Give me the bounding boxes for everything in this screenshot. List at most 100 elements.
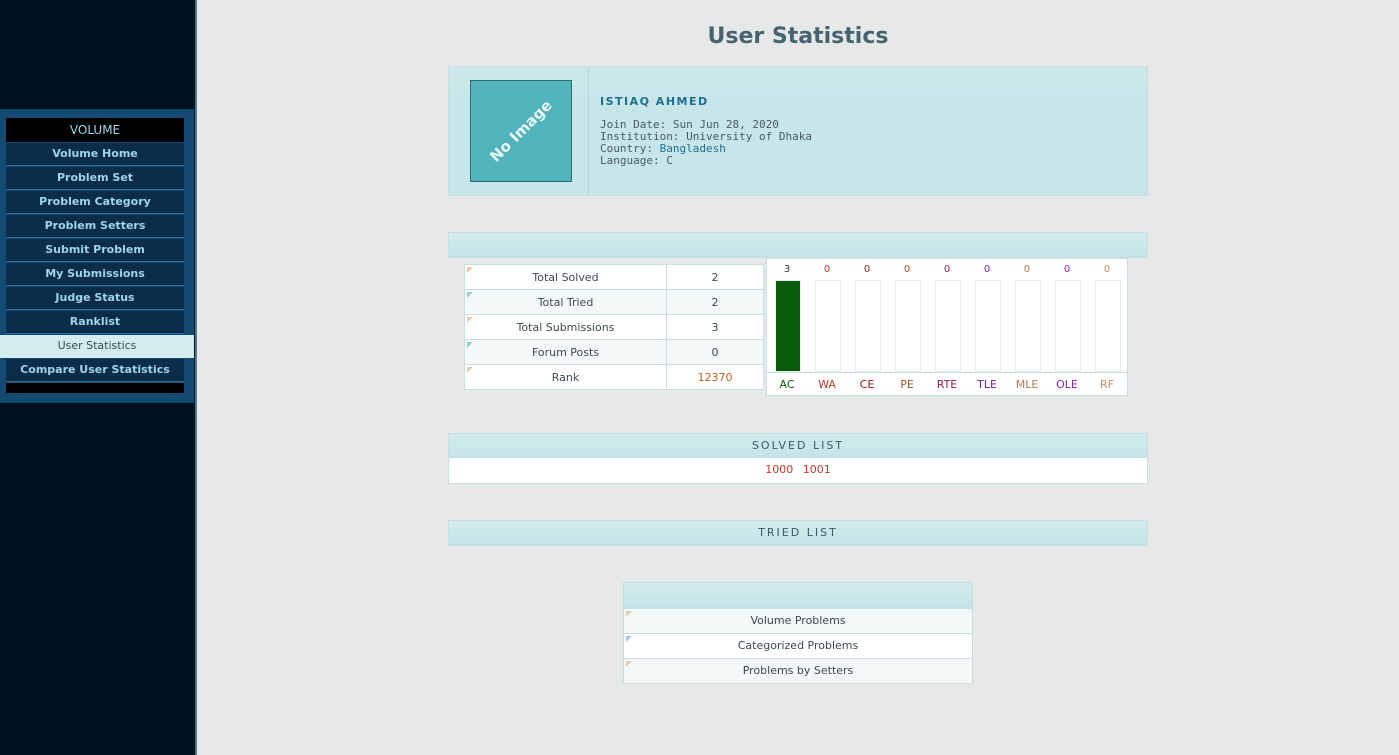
- link-problems-by-setters[interactable]: Problems by Setters: [624, 659, 972, 683]
- bar-group-tle: 0 TLE: [967, 259, 1007, 395]
- stat-label: Rank: [464, 364, 667, 390]
- tried-list-header: TRIED LIST: [448, 520, 1148, 546]
- stat-value: 0: [666, 339, 764, 365]
- bar-label-pe: PE: [900, 378, 914, 391]
- bar-group-rte: 0 RTE: [927, 259, 967, 395]
- bar-label-rte: RTE: [936, 378, 958, 391]
- bar-group-pe: 0 PE: [887, 259, 927, 395]
- bar-count-tle: 0: [983, 264, 991, 275]
- bar-track-tle: [975, 280, 1001, 372]
- language-value: C: [666, 154, 673, 167]
- stat-label-text: Total Tried: [537, 295, 594, 309]
- bar-label-ce: CE: [859, 378, 875, 391]
- profile-photo-cell: No Image: [449, 67, 589, 195]
- bar-label-tle: TLE: [977, 378, 997, 391]
- bar-track-pe: [895, 280, 921, 372]
- solved-problem-link[interactable]: 1001: [803, 463, 831, 476]
- bar-group-ole: 0 OLE: [1047, 259, 1087, 395]
- bar-track-mle: [1015, 280, 1041, 372]
- stats-row-forum-posts: Forum Posts 0: [464, 339, 764, 365]
- link-categorized-problems[interactable]: Categorized Problems: [624, 634, 972, 659]
- solved-list-body: 1000 1001: [448, 458, 1148, 484]
- bar-label-ole: OLE: [1056, 378, 1078, 391]
- bar-track-ac: [775, 280, 801, 372]
- stat-value: 3: [666, 314, 764, 340]
- bar-count-ce: 0: [863, 264, 871, 275]
- bar-group-ac: 3 AC: [767, 259, 807, 395]
- stat-label-text: Total Solved: [532, 270, 599, 284]
- bar-group-rf: 0 RF: [1087, 259, 1127, 395]
- bar-group-mle: 0 MLE: [1007, 259, 1047, 395]
- corner-marker: [626, 636, 632, 642]
- language-row: Language: C: [600, 155, 812, 167]
- corner-marker: [626, 611, 632, 617]
- stats-row-total-submissions: Total Submissions 3: [464, 314, 764, 340]
- corner-marker: [467, 267, 473, 273]
- bar-label-ac: AC: [779, 378, 795, 391]
- bar-track-ce: [855, 280, 881, 372]
- stat-label: Forum Posts: [464, 339, 667, 365]
- stat-label: Total Solved: [464, 264, 667, 290]
- stats-header-bar: [448, 232, 1148, 258]
- bar-count-rte: 0: [943, 264, 951, 275]
- avatar: No Image: [470, 80, 572, 182]
- corner-marker: [467, 342, 473, 348]
- stat-value: 2: [666, 264, 764, 290]
- corner-marker: [467, 367, 473, 373]
- volume-nav-panel: VOLUME Volume Home Problem Set Problem C…: [0, 109, 194, 403]
- stats-row-total-solved: Total Solved 2: [464, 264, 764, 290]
- solved-problem-link[interactable]: 1000: [765, 463, 793, 476]
- bar-count-pe: 0: [903, 264, 911, 275]
- nav-footer: [6, 383, 184, 393]
- sidebar-item-compare-user-statistics[interactable]: Compare User Statistics: [6, 359, 184, 382]
- bar-label-rf: RF: [1100, 378, 1114, 391]
- user-name: ISTIAQ AHMED: [600, 95, 709, 108]
- bar-track-rf: [1095, 280, 1121, 372]
- bar-ac: [776, 281, 800, 371]
- bar-count-rf: 0: [1103, 264, 1111, 275]
- corner-marker: [467, 292, 473, 298]
- bar-count-ole: 0: [1063, 264, 1071, 275]
- sidebar-item-ranklist[interactable]: Ranklist: [6, 311, 184, 334]
- user-info: Join Date: Sun Jun 28, 2020 Institution:…: [600, 119, 812, 167]
- sidebar-item-my-submissions[interactable]: My Submissions: [6, 263, 184, 286]
- links-panel-header: [624, 583, 972, 609]
- sidebar-item-volume-home[interactable]: Volume Home: [6, 143, 184, 166]
- sidebar-item-problem-setters[interactable]: Problem Setters: [6, 215, 184, 238]
- bar-track-wa: [815, 280, 841, 372]
- stat-value: 2: [666, 289, 764, 315]
- nav-title: VOLUME: [6, 118, 184, 142]
- sidebar-item-problem-category[interactable]: Problem Category: [6, 191, 184, 214]
- stats-row-rank: Rank 12370: [464, 364, 764, 390]
- link-label: Volume Problems: [750, 614, 846, 627]
- bar-count-mle: 0: [1023, 264, 1031, 275]
- bar-group-ce: 0 CE: [847, 259, 887, 395]
- stat-label-text: Total Submissions: [516, 320, 615, 334]
- stat-label-text: Rank: [551, 370, 580, 384]
- stat-label: Total Tried: [464, 289, 667, 315]
- avatar-placeholder-text: No Image: [486, 96, 556, 166]
- sidebar-item-judge-status[interactable]: Judge Status: [6, 287, 184, 310]
- sidebar-item-user-statistics[interactable]: User Statistics: [0, 335, 194, 358]
- corner-marker: [467, 317, 473, 323]
- bar-label-mle: MLE: [1015, 378, 1039, 391]
- link-label: Problems by Setters: [742, 664, 854, 677]
- stat-value-rank: 12370: [666, 364, 764, 390]
- link-volume-problems[interactable]: Volume Problems: [624, 609, 972, 634]
- bar-label-wa: WA: [818, 378, 836, 391]
- sidebar: VOLUME Volume Home Problem Set Problem C…: [0, 0, 197, 755]
- bar-count-wa: 0: [823, 264, 831, 275]
- stat-label-text: Forum Posts: [531, 345, 600, 359]
- bar-track-ole: [1055, 280, 1081, 372]
- language-label: Language:: [600, 154, 660, 167]
- bar-group-wa: 0 WA: [807, 259, 847, 395]
- sidebar-item-submit-problem[interactable]: Submit Problem: [6, 239, 184, 262]
- user-profile-card: No Image ISTIAQ AHMED Join Date: Sun Jun…: [448, 66, 1148, 196]
- page-title: User Statistics: [707, 24, 889, 49]
- problem-links-panel: Volume Problems Categorized Problems Pro…: [623, 582, 973, 684]
- corner-marker: [626, 661, 632, 667]
- stats-table: Total Solved 2 Total Tried 2 Total Submi…: [464, 264, 764, 390]
- bar-count-ac: 3: [783, 264, 791, 275]
- sidebar-item-problem-set[interactable]: Problem Set: [6, 167, 184, 190]
- bar-track-rte: [935, 280, 961, 372]
